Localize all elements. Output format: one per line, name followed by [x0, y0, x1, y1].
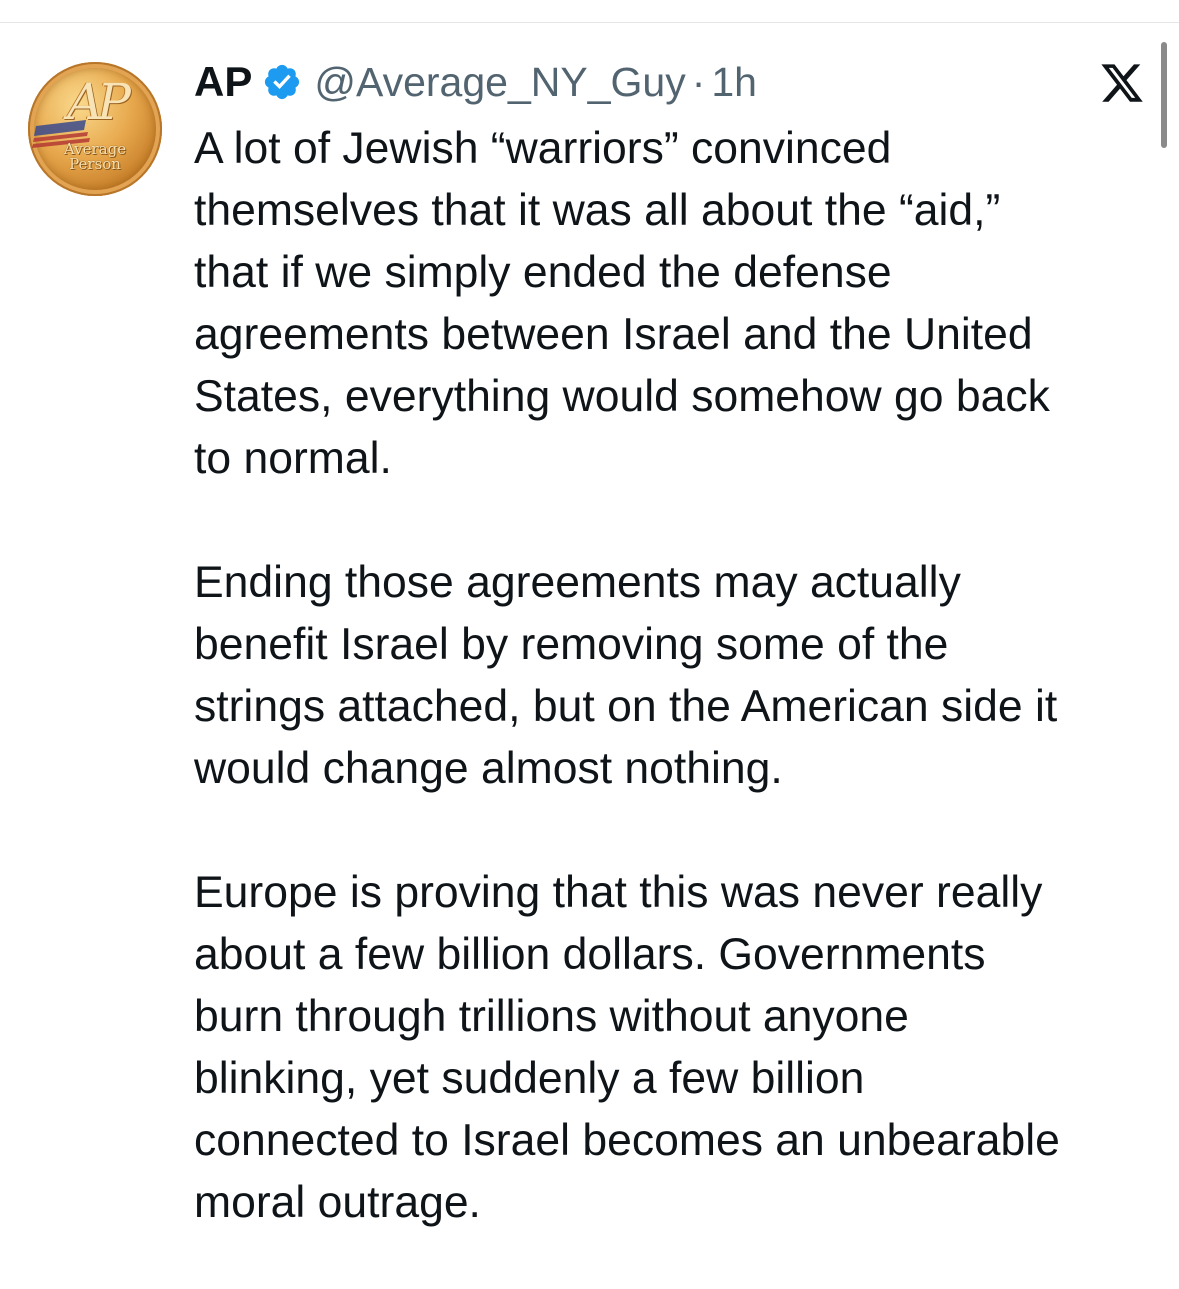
- tweet-line: blinking, yet suddenly a few billion: [194, 1054, 865, 1103]
- tweet-line: that if we simply ended the defense: [194, 248, 892, 297]
- avatar[interactable]: AP Average Person: [28, 62, 162, 196]
- tweet-line: burn through trillions without anyone: [194, 992, 909, 1041]
- tweet-text: A lot of Jewish “warriors” convinced the…: [194, 118, 1154, 1234]
- tweet-line: strings attached, but on the American si…: [194, 682, 1058, 731]
- separator-dot: ·: [691, 58, 706, 105]
- tweet-paragraph: A lot of Jewish “warriors” convinced the…: [194, 118, 1154, 490]
- tweet-line: moral outrage.: [194, 1178, 481, 1227]
- avatar-logo-text: AP: [67, 73, 131, 131]
- tweet-line: States, everything would somehow go back: [194, 372, 1050, 421]
- user-handle[interactable]: @Average_NY_Guy: [314, 59, 685, 106]
- verified-badge-icon[interactable]: [262, 62, 302, 102]
- x-logo-icon: [1101, 64, 1143, 102]
- tweet-header: AP @Average_NY_Guy · 1h: [194, 56, 757, 108]
- tweet-line: agreements between Israel and the United: [194, 310, 1033, 359]
- tweet-paragraph: Ending those agreements may actually ben…: [194, 552, 1154, 800]
- tweet-line: Europe is proving that this was never re…: [194, 868, 1043, 917]
- tweet-line: themselves that it was all about the “ai…: [194, 186, 1001, 235]
- tweet-line: about a few billion dollars. Governments: [194, 930, 986, 979]
- timestamp[interactable]: 1h: [711, 59, 757, 106]
- top-divider: [0, 22, 1179, 23]
- tweet-line: to normal.: [194, 434, 392, 483]
- avatar-caption-line2: Person: [69, 155, 121, 173]
- tweet-line: Ending those agreements may actually: [194, 558, 961, 607]
- tweet-paragraph: Europe is proving that this was never re…: [194, 862, 1154, 1234]
- tweet-line: would change almost nothing.: [194, 744, 783, 793]
- tweet-line: A lot of Jewish “warriors” convinced: [194, 124, 892, 173]
- scrollbar[interactable]: [1161, 42, 1167, 148]
- tweet-line: connected to Israel becomes an unbearabl…: [194, 1116, 1060, 1165]
- tweet-line: benefit Israel by removing some of the: [194, 620, 949, 669]
- display-name[interactable]: AP: [194, 58, 252, 106]
